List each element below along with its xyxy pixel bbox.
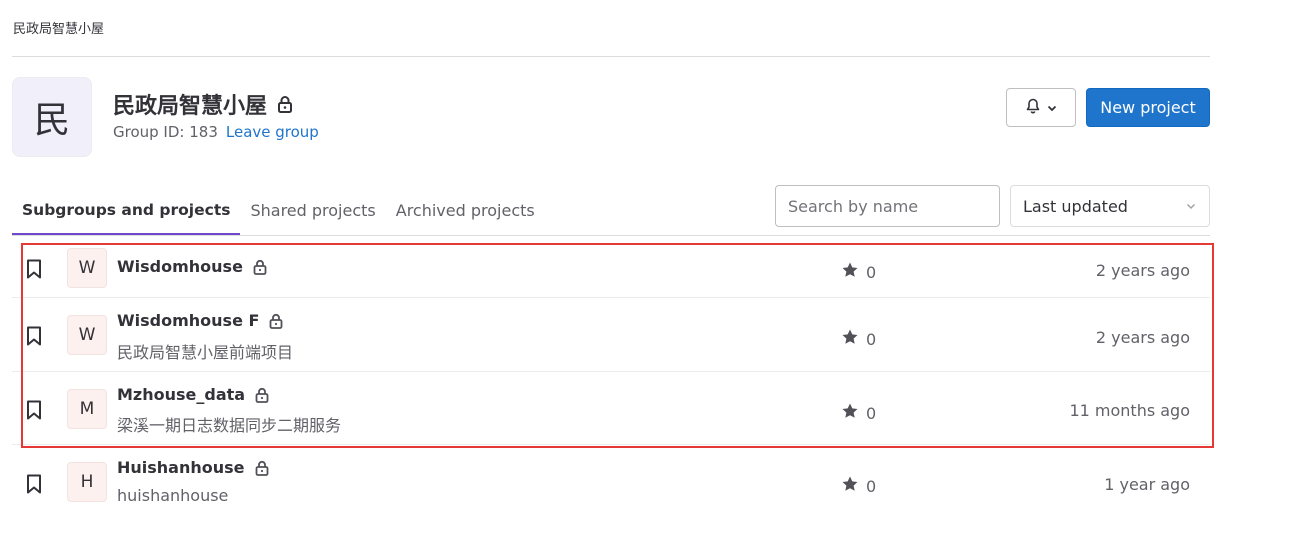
lock-icon xyxy=(253,259,267,275)
tab-bar: Subgroups and projects Shared projects A… xyxy=(12,186,545,236)
lock-icon xyxy=(255,387,269,403)
row-divider xyxy=(12,444,1210,445)
star-count-value: 0 xyxy=(866,329,877,349)
project-name[interactable]: Huishanhouse xyxy=(117,458,269,477)
leave-group-link[interactable]: Leave group xyxy=(226,123,319,141)
project-avatar: H xyxy=(67,462,107,502)
project-name[interactable]: Mzhouse_data xyxy=(117,385,269,404)
star-count-value: 0 xyxy=(866,403,877,423)
bookmark-icon[interactable] xyxy=(26,400,42,424)
star-count-value: 0 xyxy=(866,262,877,282)
lock-icon xyxy=(269,313,283,329)
search-input[interactable] xyxy=(775,185,1000,227)
last-updated: 11 months ago xyxy=(1069,401,1190,420)
sort-selected-label: Last updated xyxy=(1023,196,1128,216)
bookmark-icon[interactable] xyxy=(26,259,42,283)
project-description: huishanhouse xyxy=(117,486,229,505)
bell-icon xyxy=(1025,98,1041,118)
star-count[interactable]: 0 xyxy=(841,475,876,497)
project-name[interactable]: Wisdomhouse xyxy=(117,257,267,276)
tab-subgroups-and-projects[interactable]: Subgroups and projects xyxy=(12,186,241,235)
project-description: 民政局智慧小屋前端项目 xyxy=(117,343,294,362)
project-name[interactable]: Wisdomhouse F xyxy=(117,311,283,330)
star-count[interactable]: 0 xyxy=(841,402,876,424)
last-updated: 1 year ago xyxy=(1104,475,1190,494)
star-icon xyxy=(841,328,859,350)
sort-dropdown[interactable]: Last updated xyxy=(1010,185,1210,227)
group-avatar: 民 xyxy=(12,77,92,157)
tab-shared-projects[interactable]: Shared projects xyxy=(240,186,385,235)
divider xyxy=(12,235,1210,236)
lock-icon xyxy=(277,95,293,113)
project-avatar: W xyxy=(67,248,107,288)
chevron-down-icon xyxy=(1047,98,1057,117)
project-name-label[interactable]: Mzhouse_data xyxy=(117,385,245,404)
notification-settings-button[interactable] xyxy=(1006,88,1076,127)
chevron-down-icon xyxy=(1185,197,1197,216)
bookmark-icon[interactable] xyxy=(26,474,42,498)
tab-archived-projects[interactable]: Archived projects xyxy=(386,186,545,235)
project-name-label[interactable]: Huishanhouse xyxy=(117,458,245,477)
project-description: 梁溪一期日志数据同步二期服务 xyxy=(117,416,342,435)
project-name-label[interactable]: Wisdomhouse F xyxy=(117,311,259,330)
group-meta: Group ID: 183 Leave group xyxy=(113,123,319,141)
star-count-value: 0 xyxy=(866,476,877,496)
star-count[interactable]: 0 xyxy=(841,328,876,350)
lock-icon xyxy=(255,460,269,476)
star-icon xyxy=(841,402,859,424)
project-avatar: W xyxy=(67,315,107,355)
group-id: Group ID: 183 xyxy=(113,123,218,141)
last-updated: 2 years ago xyxy=(1095,261,1190,280)
new-project-button[interactable]: New project xyxy=(1086,88,1210,127)
divider xyxy=(12,56,1210,57)
group-title: 民政局智慧小屋 xyxy=(113,88,293,120)
last-updated: 2 years ago xyxy=(1095,328,1190,347)
row-divider xyxy=(12,297,1210,298)
project-avatar: M xyxy=(67,389,107,429)
star-icon xyxy=(841,475,859,497)
bookmark-icon[interactable] xyxy=(26,326,42,350)
group-name: 民政局智慧小屋 xyxy=(113,94,268,119)
breadcrumb[interactable]: 民政局智慧小屋 xyxy=(13,18,104,37)
row-divider xyxy=(12,371,1210,372)
star-count[interactable]: 0 xyxy=(841,261,876,283)
star-icon xyxy=(841,261,859,283)
project-name-label[interactable]: Wisdomhouse xyxy=(117,257,243,276)
